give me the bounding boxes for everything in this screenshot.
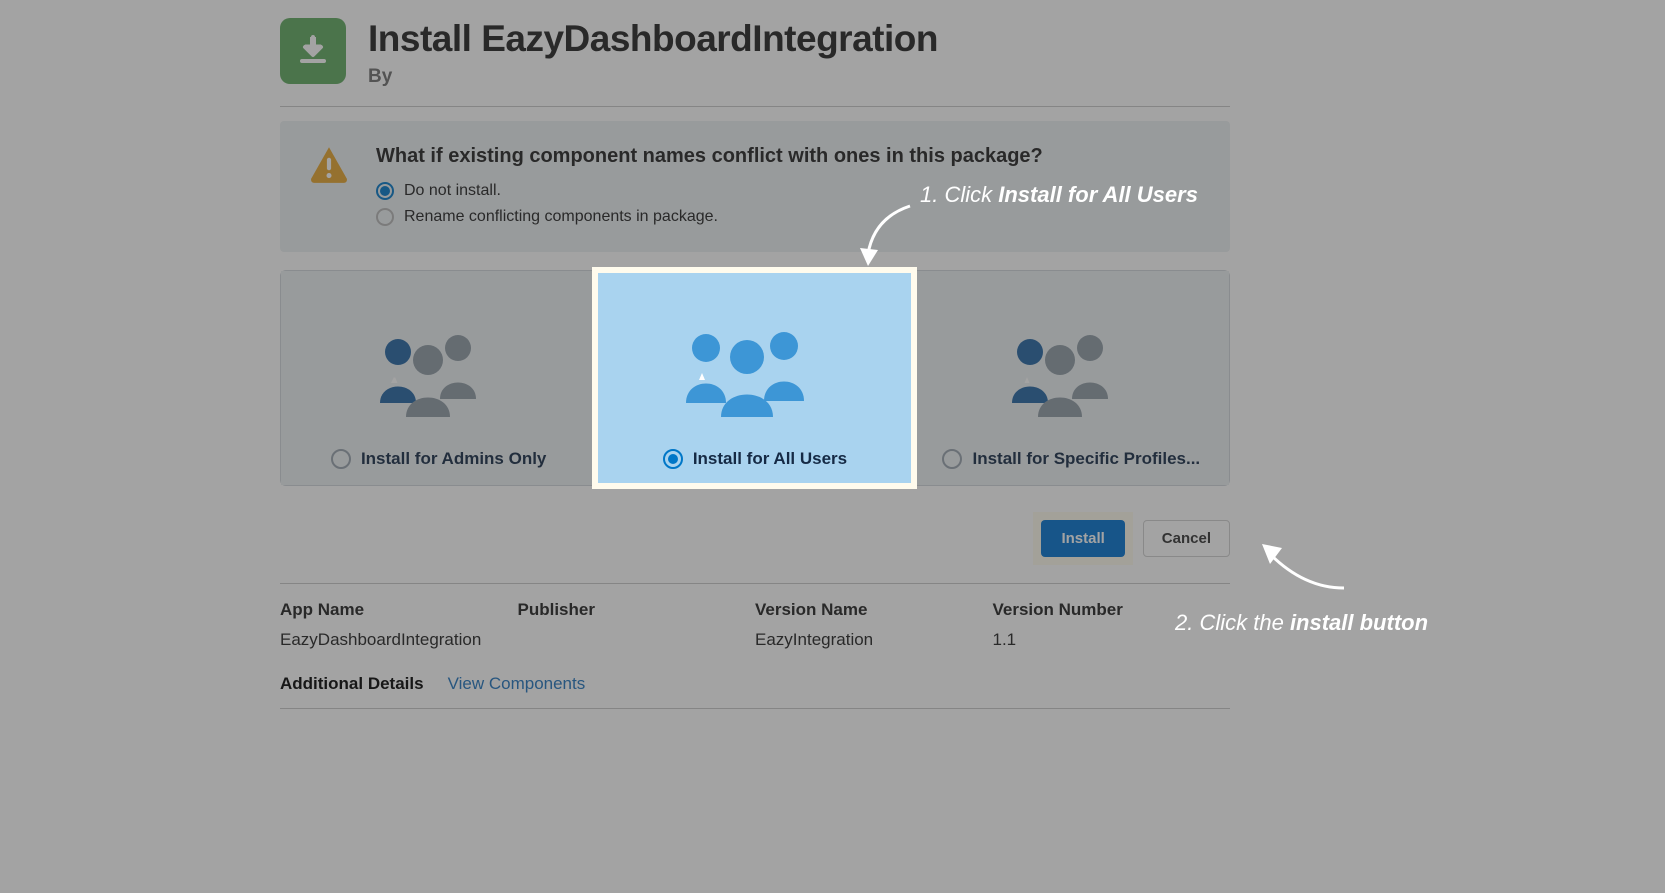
people-icon [670, 325, 840, 421]
conflict-panel: What if existing component names conflic… [280, 121, 1230, 252]
radio-icon [331, 449, 351, 469]
download-icon [280, 18, 346, 84]
people-icon [996, 329, 1146, 421]
cancel-button[interactable]: Cancel [1143, 520, 1230, 557]
conflict-question: What if existing component names conflic… [376, 145, 1202, 168]
conflict-opt-label: Rename conflicting components in package… [404, 208, 718, 226]
radio-icon [376, 182, 394, 200]
detail-label: App Name [280, 600, 518, 620]
radio-icon [663, 449, 683, 469]
people-icon [364, 329, 514, 421]
card-admins-only[interactable]: Install for Admins Only [281, 271, 596, 485]
publisher-byline: By [368, 66, 938, 88]
detail-value: 1.1 [993, 630, 1231, 650]
install-button[interactable]: Install [1041, 520, 1124, 557]
conflict-opt-rename[interactable]: Rename conflicting components in package… [376, 204, 1202, 230]
details-grid: App Name EazyDashboardIntegration Publis… [280, 600, 1230, 650]
page-title: Install EazyDashboardIntegration [368, 18, 938, 60]
card-specific-profiles[interactable]: Install for Specific Profiles... [913, 271, 1229, 485]
arrow-icon [1254, 534, 1354, 604]
card-all-users[interactable]: Install for All Users [596, 271, 912, 485]
detail-label: Publisher [518, 600, 756, 620]
conflict-opt-label: Do not install. [404, 182, 501, 200]
detail-label: Version Name [755, 600, 993, 620]
warning-icon [308, 143, 350, 185]
card-label: Install for All Users [693, 449, 847, 469]
additional-details-label: Additional Details [280, 674, 424, 694]
card-label: Install for Specific Profiles... [972, 449, 1200, 469]
divider [280, 106, 1230, 107]
detail-value: EazyDashboardIntegration [280, 630, 518, 650]
install-target-cards: Install for Admins Only [280, 270, 1230, 486]
radio-icon [376, 208, 394, 226]
divider [280, 708, 1230, 709]
conflict-opt-do-not-install[interactable]: Do not install. [376, 178, 1202, 204]
detail-label: Version Number [993, 600, 1231, 620]
detail-value: EazyIntegration [755, 630, 993, 650]
radio-icon [942, 449, 962, 469]
view-components-link[interactable]: View Components [448, 674, 586, 694]
card-label: Install for Admins Only [361, 449, 546, 469]
divider [280, 583, 1230, 584]
